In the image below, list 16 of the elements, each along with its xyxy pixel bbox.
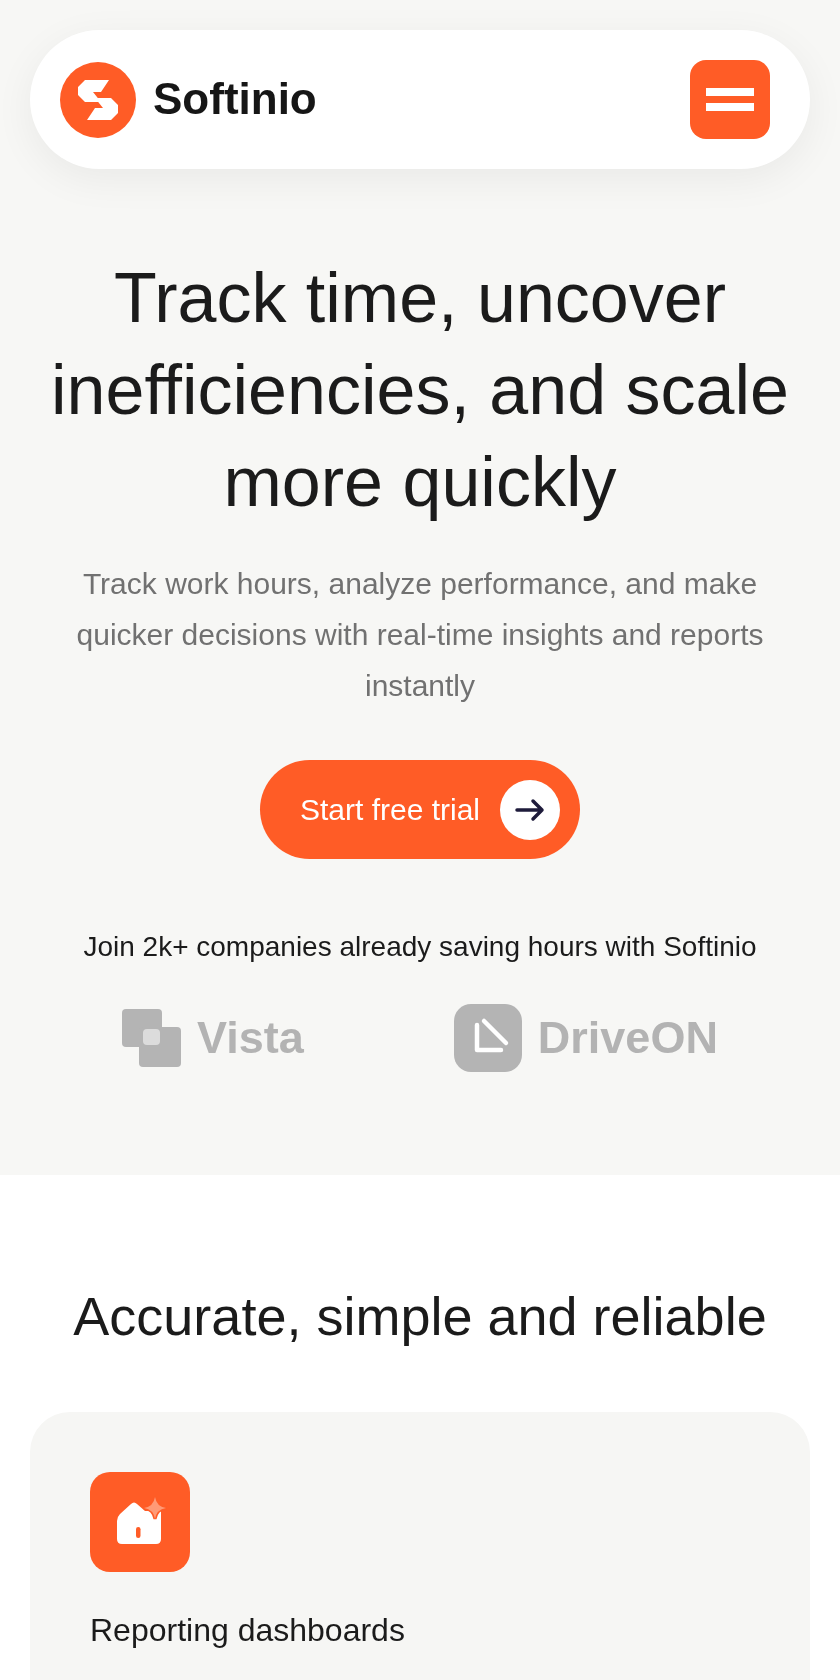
menu-button[interactable] (690, 60, 770, 139)
hero-subtitle: Track work hours, analyze performance, and make quicker decisions with real-time insights and reports instantly (75, 566, 765, 704)
house-sparkle-icon (90, 1472, 190, 1572)
section-heading: Accurate, simple and reliable (73, 1285, 767, 1348)
arrow-right-icon (500, 779, 561, 840)
social-proof-text: Join 2k+ companies already saving hours with Softinio (83, 930, 757, 964)
brand-name: Softinio (153, 75, 317, 124)
logo-icon (60, 61, 136, 138)
feature-title: Reporting dashboards (90, 1611, 405, 1650)
hero-heading: Track time, uncover inefficiencies, and scale more quickly (49, 258, 790, 523)
corner-line-tile-icon (453, 1004, 522, 1072)
overlapping-squares-icon (122, 1009, 182, 1067)
start-trial-button[interactable]: Start free trial (259, 760, 581, 859)
company-logo-text: Vista (197, 1013, 304, 1063)
company-logo-text: DriveON (537, 1013, 718, 1063)
menu-icon (706, 88, 754, 111)
